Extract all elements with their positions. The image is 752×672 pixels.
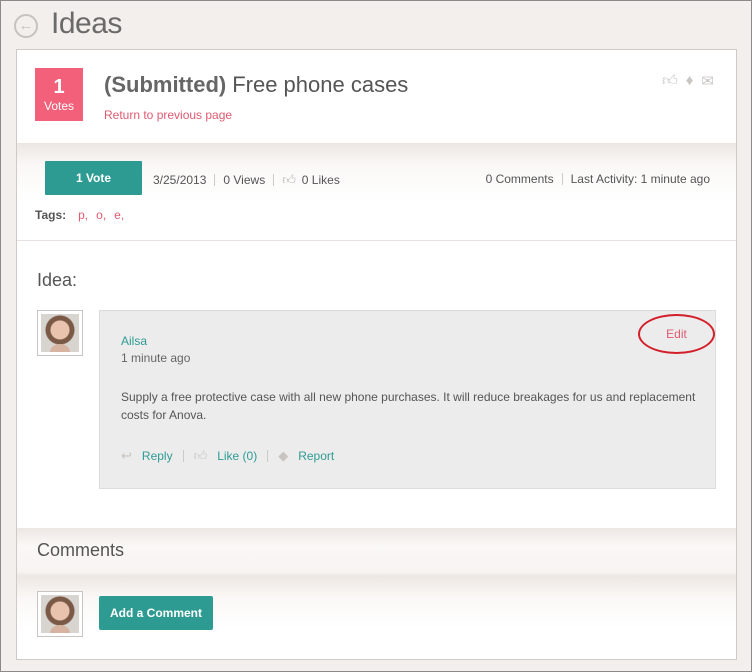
return-link[interactable]: Return to previous page [104,108,232,122]
last-activity: Last Activity: 1 minute ago [570,172,710,186]
tags-label: Tags: [35,208,67,222]
thumbs-up-icon: 👍︎ [282,172,296,187]
add-comment-button[interactable]: Add a Comment [99,596,213,630]
idea-post: Ailsa 1 minute ago Edit Supply a free pr… [99,310,716,489]
tag-icon[interactable]: ♦ [686,72,694,90]
meta-activity: 0 Comments Last Activity: 1 minute ago [486,172,710,186]
post-author[interactable]: Ailsa [121,334,147,348]
vote-count-box: 1 Votes [35,68,83,121]
divider [214,174,216,186]
back-arrow-icon[interactable]: ← [14,13,38,38]
vote-label: Votes [43,99,75,113]
idea-date: 3/25/2013 [153,173,207,187]
thumbs-up-icon: 👍︎ [193,448,208,463]
divider [267,450,269,462]
divider [182,450,184,462]
idea-title-text: Free phone cases [232,72,409,97]
thumbs-up-icon[interactable]: 👍︎ [662,72,678,90]
divider [561,173,563,185]
avatar [37,591,83,637]
post-body: Supply a free protective case with all n… [121,390,696,422]
idea-heading: Idea: [37,270,78,290]
idea-title: (Submitted) Free phone cases [104,72,408,98]
likes-count: 0 Likes [301,173,340,187]
avatar[interactable] [37,310,83,356]
comments-count: 0 Comments [485,172,554,186]
reply-icon: ↩ [121,448,132,463]
envelope-icon[interactable]: ✉ [701,72,714,90]
divider [273,174,275,186]
report-button[interactable]: Report [298,449,334,463]
comments-section: Comments Add a Comment [17,528,736,659]
meta-stats: 3/25/2013 0 Views 👍︎ 0 Likes [153,172,340,188]
vote-button[interactable]: 1 Vote [45,161,142,195]
post-time: 1 minute ago [121,351,191,365]
like-button[interactable]: Like (0) [217,449,257,463]
tag-link[interactable]: e, [114,208,124,222]
page-title: Ideas [51,7,122,40]
idea-card: 1 Votes (Submitted) Free phone cases Retu… [16,49,737,660]
page-header: ← Ideas [14,6,122,42]
comments-heading: Comments [37,540,125,560]
meta-band: 1 Vote 3/25/2013 0 Views 👍︎ 0 Likes 0 Co… [17,143,736,241]
tags: Tags: p, o, e, [35,208,128,222]
post-actions: ↩ Reply 👍︎ Like (0) ◆ Report [121,448,334,464]
edit-link[interactable]: Edit [638,314,715,354]
views-count: 0 Views [223,173,266,187]
tag-link[interactable]: p, [78,208,88,222]
tag-link[interactable]: o, [96,208,106,222]
report-icon: ◆ [278,448,289,463]
reply-button[interactable]: Reply [142,449,173,463]
idea-status: (Submitted) [104,72,227,97]
vote-count: 1 [53,76,65,98]
top-actions: 👍︎ ♦ ✉ [662,72,714,90]
